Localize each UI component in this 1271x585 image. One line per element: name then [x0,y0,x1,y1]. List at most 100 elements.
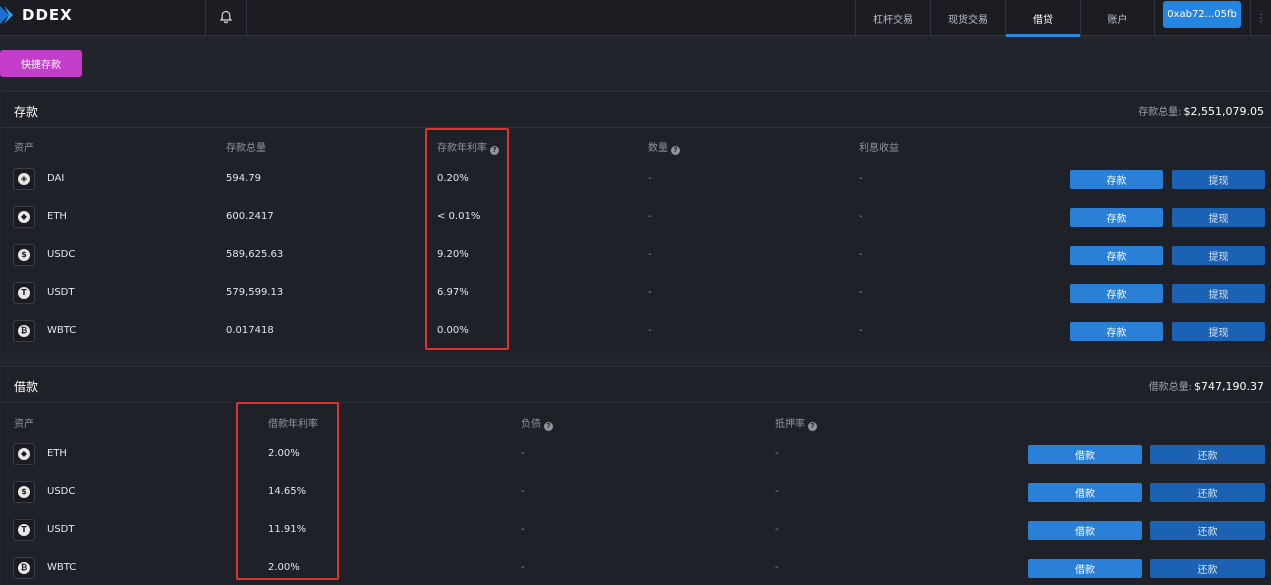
amount-value: - [648,287,652,298]
usdt-icon: T [18,287,30,299]
quick-deposit-button[interactable]: 快捷存款 [0,50,82,77]
debt-value: - [521,448,525,459]
nav-label: 杠杆交易 [873,14,913,26]
borrow-apr-value: 11.91% [268,524,307,535]
question-circle-icon[interactable]: ? [490,146,499,155]
col-interest: 利息收益 [859,143,899,154]
wbtc-icon: ₿ [18,325,30,337]
borrow-apr-value: 2.00% [268,448,300,459]
asset-symbol: USDC [47,486,76,497]
table-row: ₿ WBTC 0.017418 0.00% - - 存款 提现 [1,312,1271,350]
col-deposit-apr-label: 存款年利率 [437,143,487,154]
borrow-button[interactable]: 借款 [1028,521,1142,540]
nav-spot-trading[interactable]: 现货交易 [930,0,1005,36]
collateral-ratio-value: - [775,524,779,535]
deposits-panel: 存款 存款总量: $2,551,079.05 资产 存款总量 存款年利率? 数量?… [1,91,1271,352]
collateral-ratio-value: - [775,486,779,497]
wallet-address-button[interactable]: 0xab72...05fb [1163,1,1241,28]
loans-total: 借款总量: $747,190.37 [1149,378,1264,393]
amount-value: - [648,173,652,184]
withdraw-button[interactable]: 提现 [1172,246,1265,265]
deposit-total-value: 594.79 [226,173,261,184]
bell-icon [219,9,233,28]
col-collateral-label: 抵押率 [775,419,805,430]
loans-total-value: $747,190.37 [1194,380,1264,393]
table-row: ₿ WBTC 2.00% - - 借款 还款 [1,549,1271,585]
withdraw-button[interactable]: 提现 [1172,322,1265,341]
asset-symbol: ETH [47,448,67,459]
borrow-button[interactable]: 借款 [1028,559,1142,578]
asset-symbol: WBTC [47,562,77,573]
withdraw-button[interactable]: 提现 [1172,284,1265,303]
coin-badge: ₿ [13,320,35,342]
asset-symbol: WBTC [47,325,77,336]
table-row: T USDT 579,599.13 6.97% - - 存款 提现 [1,274,1271,312]
debt-value: - [521,486,525,497]
col-amount-label: 数量 [648,143,668,154]
repay-button[interactable]: 还款 [1150,483,1265,502]
asset-symbol: USDT [47,287,75,298]
table-row: $ USDC 589,625.63 9.20% - - 存款 提现 [1,236,1271,274]
interest-value: - [859,173,863,184]
question-circle-icon[interactable]: ? [808,422,817,431]
col-collateral-ratio: 抵押率? [775,415,817,431]
withdraw-button[interactable]: 提现 [1172,170,1265,189]
deposit-apr-value: 0.00% [437,325,469,336]
deposit-button[interactable]: 存款 [1070,322,1163,341]
col-debt-label: 负债 [521,419,541,430]
deposit-apr-value: 6.97% [437,287,469,298]
loans-title: 借款 [14,380,39,394]
col-debt: 负债? [521,415,553,431]
borrow-button[interactable]: 借款 [1028,445,1142,464]
col-asset: 资产 [14,143,34,154]
borrow-apr-value: 2.00% [268,562,300,573]
question-circle-icon[interactable]: ? [671,146,680,155]
loans-total-label: 借款总量: [1148,382,1193,393]
col-asset: 资产 [14,419,34,430]
table-row: ◈ DAI 594.79 0.20% - - 存款 提现 [1,160,1271,198]
borrow-apr-value: 14.65% [268,486,307,497]
repay-button[interactable]: 还款 [1150,559,1265,578]
borrow-button[interactable]: 借款 [1028,483,1142,502]
col-deposit-total: 存款总量 [226,143,266,154]
nav-margin-trading[interactable]: 杠杆交易 [855,0,930,36]
coin-badge: $ [13,244,35,266]
nav-account[interactable]: 账户 [1080,0,1155,36]
interest-value: - [859,287,863,298]
deposits-header: 存款 存款总量: $2,551,079.05 [1,92,1271,128]
notification-button[interactable] [205,0,247,36]
collateral-ratio-value: - [775,448,779,459]
deposit-total-value: 0.017418 [226,325,274,336]
withdraw-button[interactable]: 提现 [1172,208,1265,227]
wbtc-icon: ₿ [18,562,30,574]
deposit-apr-value: < 0.01% [437,211,481,222]
usdc-icon: $ [18,249,30,261]
table-row: ◆ ETH 2.00% - - 借款 还款 [1,435,1271,473]
table-row: ◆ ETH 600.2417 < 0.01% - - 存款 提现 [1,198,1271,236]
more-menu-icon[interactable]: ⋮ [1250,0,1271,36]
deposits-title: 存款 [14,105,39,119]
interest-value: - [859,211,863,222]
deposit-button[interactable]: 存款 [1070,284,1163,303]
coin-badge: ₿ [13,557,35,579]
repay-button[interactable]: 还款 [1150,445,1265,464]
usdt-icon: T [18,524,30,536]
debt-value: - [521,562,525,573]
table-row: $ USDC 14.65% - - 借款 还款 [1,473,1271,511]
repay-button[interactable]: 还款 [1150,521,1265,540]
deposit-button[interactable]: 存款 [1070,246,1163,265]
nav-lending[interactable]: 借贷 [1005,0,1080,37]
question-circle-icon[interactable]: ? [544,422,553,431]
debt-value: - [521,524,525,535]
deposit-button[interactable]: 存款 [1070,208,1163,227]
table-row: T USDT 11.91% - - 借款 还款 [1,511,1271,549]
asset-symbol: DAI [47,173,65,184]
eth-icon: ◆ [18,448,30,460]
logo[interactable]: DDEX [0,5,73,25]
coin-badge: T [13,519,35,541]
interest-value: - [859,249,863,260]
deposit-total-value: 589,625.63 [226,249,284,260]
deposit-button[interactable]: 存款 [1070,170,1163,189]
deposits-total-value: $2,551,079.05 [1183,105,1264,118]
interest-value: - [859,325,863,336]
